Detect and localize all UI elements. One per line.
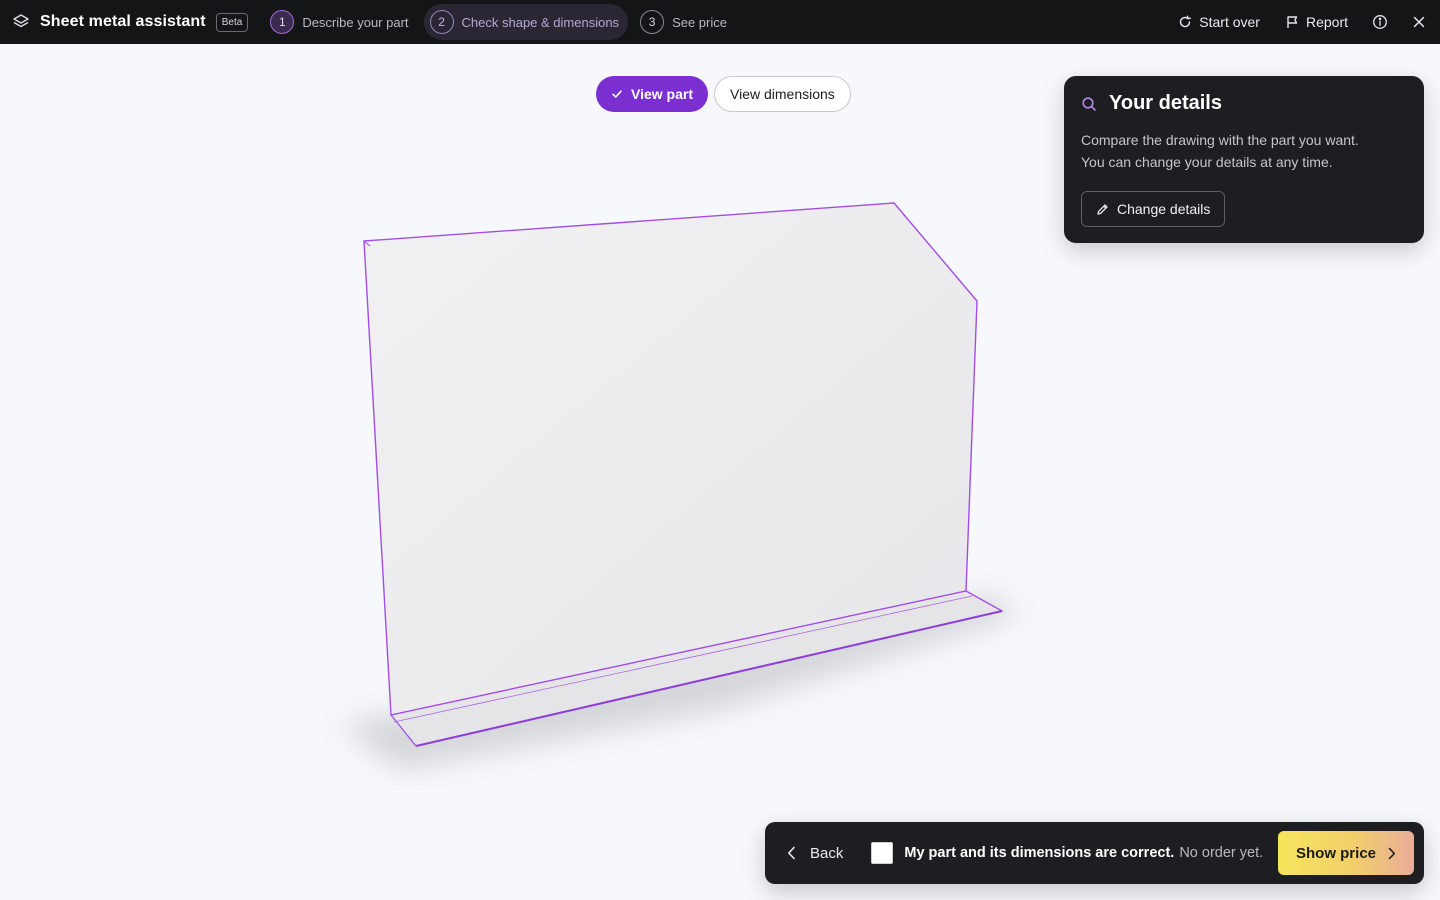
confirm-note: No order yet. [1179,845,1264,861]
details-description: Compare the drawing with the part you wa… [1081,129,1407,173]
step-label: See price [672,14,727,30]
report-button[interactable]: Report [1286,14,1348,30]
step-label: Describe your part [302,14,409,30]
step-number: 3 [640,10,665,34]
part-3d-render[interactable] [300,170,1060,790]
start-over-label: Start over [1199,14,1260,30]
top-actions: Start over Report [1152,14,1426,30]
view-part-button[interactable]: View part [596,76,708,112]
refresh-icon [1180,15,1192,28]
info-icon[interactable] [1372,14,1388,30]
step-number: 1 [270,10,295,34]
step-check-shape[interactable]: 2 Check shape & dimensions [423,4,629,40]
search-icon [1082,96,1096,111]
confirm-checkbox[interactable] [871,842,894,864]
confirm-bar: Back My part and its dimensions are corr… [765,822,1424,884]
details-title: Your details [1109,92,1222,114]
details-header: Your details [1081,92,1407,115]
pencil-icon [1097,203,1108,215]
view-part-label: View part [631,86,693,102]
step-number: 2 [429,10,454,34]
details-card: Your details Compare the drawing with th… [1064,76,1424,243]
flag-icon [1287,16,1298,28]
change-details-label: Change details [1117,201,1211,217]
step-label: Check shape & dimensions [461,14,620,30]
app-title: Sheet metal assistant [40,13,206,30]
part-viewport[interactable] [300,170,1060,790]
details-text-line: Compare the drawing with the part you wa… [1081,132,1359,148]
show-price-label: Show price [1295,844,1377,862]
confirm-checkbox-group: My part and its dimensions are correct. … [871,842,1263,864]
back-button[interactable]: Back [787,845,843,862]
view-toggle: View part View dimensions [596,76,851,112]
view-dimensions-button[interactable]: View dimensions [714,76,851,112]
change-details-button[interactable]: Change details [1081,191,1226,227]
chevron-right-icon [1388,847,1396,859]
back-label: Back [810,844,844,862]
step-describe-part[interactable]: 1 Describe your part [264,4,417,40]
start-over-button[interactable]: Start over [1178,14,1260,30]
show-price-button[interactable]: Show price [1278,831,1414,875]
layers-icon [12,13,30,31]
view-dimensions-label: View dimensions [730,86,835,102]
brand: Sheet metal assistant Beta [12,12,249,32]
details-text-line: You can change your details at any time. [1081,154,1333,170]
confirm-statement: My part and its dimensions are correct. [904,845,1175,861]
stepper: 1 Describe your part 2 Check shape & dim… [264,4,742,40]
check-icon [612,90,622,98]
close-icon[interactable] [1412,15,1426,29]
top-bar: Sheet metal assistant Beta 1 Describe yo… [0,0,1440,44]
report-label: Report [1305,14,1348,30]
step-see-price[interactable]: 3 See price [634,4,736,40]
chevron-left-icon [788,846,795,860]
beta-badge: Beta [215,12,249,32]
